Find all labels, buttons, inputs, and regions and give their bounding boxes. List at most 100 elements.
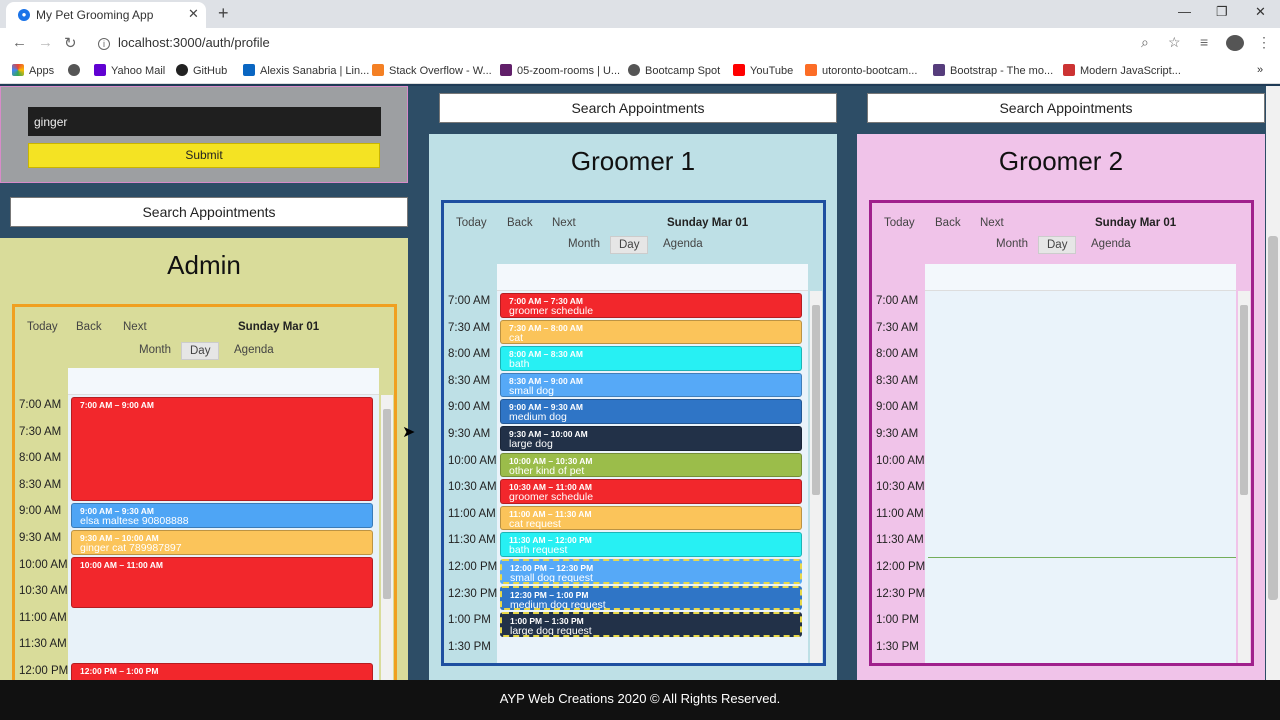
day-view-button[interactable]: Day [1038, 236, 1077, 254]
event-time: 8:30 AM – 9:00 AM [509, 375, 584, 386]
agenda-view-button[interactable]: Agenda [234, 344, 274, 356]
event-title: cat [509, 331, 524, 344]
calendar-event[interactable]: 7:30 AM – 8:00 AM cat [500, 319, 802, 345]
back-button[interactable]: Back [76, 321, 102, 333]
bookmark-youtube[interactable]: YouTube [733, 64, 793, 77]
back-button[interactable]: Back [507, 217, 533, 229]
event-time: 10:00 AM – 11:00 AM [80, 559, 163, 570]
calendar-event[interactable]: 11:30 AM – 12:00 PM bath request [500, 532, 802, 557]
next-button[interactable]: Next [980, 217, 1004, 229]
calendar-scrollbar[interactable] [810, 291, 822, 663]
calendar-event[interactable]: 10:00 AM – 11:00 AM [71, 556, 373, 608]
time-slot-label: 12:00 PM [876, 561, 926, 573]
calendar-event[interactable]: 12:30 PM – 1:00 PM medium dog request [500, 585, 802, 611]
bookmark-bootcamp[interactable]: Bootcamp Spot [628, 64, 720, 77]
bookmark-stackoverflow[interactable]: Stack Overflow - W... [372, 64, 492, 77]
today-button[interactable]: Today [27, 321, 58, 333]
calendar-event[interactable]: 12:00 PM – 12:30 PM small dog request [500, 559, 802, 584]
calendar-event[interactable]: 9:00 AM – 9:30 AM medium dog [500, 399, 802, 424]
calendar-scroll-thumb[interactable] [383, 409, 391, 599]
page-scroll-thumb[interactable] [1268, 236, 1278, 600]
youtube-icon [733, 64, 745, 76]
time-slot-label: 9:00 AM [19, 505, 62, 518]
calendar-event[interactable]: 11:00 AM – 11:30 AM cat request [500, 505, 802, 531]
time-slot-label: 8:00 AM [876, 348, 919, 361]
star-icon[interactable]: ☆ [1168, 34, 1181, 51]
time-slot-label: 8:00 AM [19, 452, 62, 465]
calendar-event[interactable]: 1:00 PM – 1:30 PM large dog request [500, 612, 802, 637]
calendar-event[interactable]: 7:00 AM – 7:30 AM groomer schedule [500, 293, 802, 318]
bookmark-linkedin[interactable]: Alexis Sanabria | Lin... [243, 64, 369, 77]
agenda-view-button[interactable]: Agenda [663, 238, 703, 250]
time-slot-label: 8:30 AM [876, 374, 919, 387]
forward-arrow-icon[interactable]: → [38, 34, 53, 51]
month-view-button[interactable]: Month [568, 238, 600, 250]
calendar-event[interactable]: 8:30 AM – 9:00 AM small dog [500, 372, 802, 398]
event-title: small dog request [510, 572, 593, 584]
groomer1-search-appointments-button[interactable]: Search Appointments [439, 93, 837, 123]
groomer2-search-appointments-button[interactable]: Search Appointments [867, 93, 1265, 123]
close-tab-icon[interactable]: ✕ [188, 6, 199, 22]
event-time: 11:00 AM – 11:30 AM [509, 508, 592, 519]
event-time: 8:00 AM – 8:30 AM [509, 349, 584, 360]
calendar-scrollbar[interactable] [381, 395, 393, 705]
url-field[interactable]: i localhost:3000/auth/profile [98, 35, 270, 50]
submit-button[interactable]: Submit [28, 143, 380, 168]
current-time-indicator [928, 557, 1236, 558]
day-view-button[interactable]: Day [610, 236, 649, 254]
calendar-event[interactable]: 10:00 AM – 10:30 AM other kind of pet [500, 452, 802, 478]
bookmark-bootstrap[interactable]: Bootstrap - The mo... [933, 64, 1053, 77]
all-day-row [68, 368, 379, 395]
bookmark-yahoo[interactable] [68, 64, 85, 77]
event-title: medium dog [509, 411, 567, 424]
menu-icon[interactable]: ⋮ [1257, 34, 1271, 51]
day-view-button[interactable]: Day [181, 342, 220, 360]
bookmark-gitlab[interactable]: utoronto-bootcam... [805, 64, 917, 77]
avatar[interactable] [1226, 35, 1244, 51]
back-arrow-icon[interactable]: ← [12, 34, 27, 51]
groomer2-panel: Groomer 2 Today Back Next Sunday Mar 01 … [857, 134, 1265, 680]
bookmark-modern-js[interactable]: Modern JavaScript... [1063, 64, 1181, 77]
next-button[interactable]: Next [552, 217, 576, 229]
linkedin-icon [243, 64, 255, 76]
calendar-event[interactable]: 7:00 AM – 9:00 AM [71, 397, 373, 502]
time-slot-label: 11:30 AM [876, 534, 924, 547]
time-slot-label: 1:30 PM [448, 640, 491, 653]
close-window-icon[interactable]: ✕ [1255, 4, 1266, 20]
next-button[interactable]: Next [123, 321, 147, 333]
back-button[interactable]: Back [935, 217, 961, 229]
calendar-event[interactable]: 9:00 AM – 9:30 AM elsa maltese 90808888 [71, 503, 373, 528]
gitlab-icon [805, 64, 817, 76]
today-button[interactable]: Today [884, 217, 915, 229]
agenda-view-button[interactable]: Agenda [1091, 238, 1131, 250]
minimize-icon[interactable]: — [1178, 4, 1191, 19]
bookmark-zoom-rooms[interactable]: 05-zoom-rooms | U... [500, 64, 620, 77]
calendar-scrollbar[interactable] [1238, 291, 1250, 663]
calendar-scroll-thumb[interactable] [1240, 305, 1248, 495]
event-title: other kind of pet [509, 464, 585, 477]
restore-icon[interactable]: ❐ [1216, 4, 1228, 20]
bookmark-github[interactable]: GitHub [176, 64, 227, 77]
browser-tab[interactable]: ● My Pet Grooming App ✕ [6, 2, 206, 28]
admin-calendar: Today Back Next Sunday Mar 01 Month Day … [12, 304, 397, 705]
calendar-event[interactable]: 9:30 AM – 10:00 AM ginger cat 789987897 [71, 530, 373, 555]
calendar-event[interactable]: 9:30 AM – 10:00 AM large dog [500, 426, 802, 451]
calendar-scroll-thumb[interactable] [812, 305, 820, 495]
month-view-button[interactable]: Month [996, 238, 1028, 250]
bookmark-apps[interactable]: Apps [12, 64, 54, 77]
time-slot-label: 10:00 AM [19, 558, 68, 571]
day-column[interactable] [925, 291, 1236, 663]
search-input[interactable]: ginger [28, 107, 381, 136]
more-bookmarks-icon[interactable]: » [1257, 64, 1263, 76]
today-button[interactable]: Today [456, 217, 487, 229]
time-slot-label: 12:30 PM [876, 587, 926, 600]
reload-icon[interactable]: ↻ [64, 34, 77, 52]
zoom-icon[interactable]: ⌕ [1141, 34, 1149, 51]
new-tab-icon[interactable]: + [218, 3, 229, 24]
calendar-event[interactable]: 8:00 AM – 8:30 AM bath [500, 346, 802, 371]
month-view-button[interactable]: Month [139, 344, 171, 356]
media-icon[interactable]: ≡ [1200, 34, 1208, 50]
bookmark-yahoo-mail[interactable]: Yahoo Mail [94, 64, 165, 77]
calendar-event[interactable]: 10:30 AM – 11:00 AM groomer schedule [500, 479, 802, 504]
admin-search-appointments-button[interactable]: Search Appointments [10, 197, 408, 227]
